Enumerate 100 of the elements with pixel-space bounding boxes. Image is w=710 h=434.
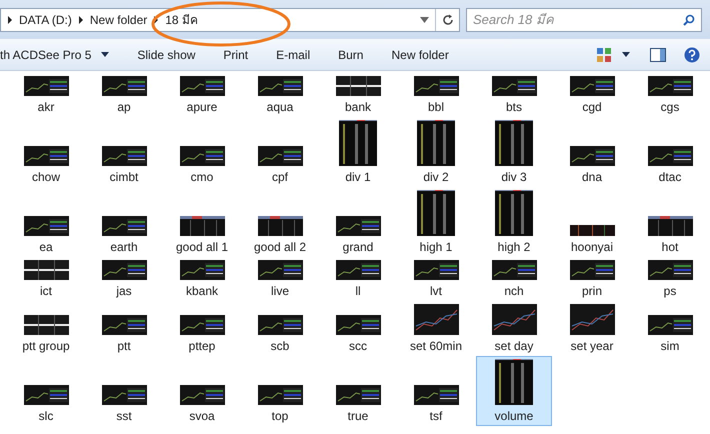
help-icon[interactable] [684, 46, 700, 62]
file-item[interactable]: grand [320, 213, 396, 257]
toolbar-button[interactable]: Slide show [123, 39, 210, 70]
file-name: hot [662, 239, 678, 255]
file-item[interactable]: chow [8, 143, 84, 187]
file-item[interactable]: good all 1 [164, 213, 240, 257]
view-options-icon[interactable] [596, 46, 612, 62]
toolbar-button[interactable]: Print [209, 39, 262, 70]
file-item[interactable]: high 2 [476, 187, 552, 257]
table-thumbnail [495, 359, 533, 405]
file-item[interactable]: ps [632, 257, 708, 301]
chart-thumbnail [570, 76, 614, 96]
toolbar-button[interactable]: E-mail [262, 39, 324, 70]
breadcrumb[interactable]: New folder [90, 10, 148, 28]
file-item[interactable]: true [320, 382, 396, 426]
file-item[interactable]: cmo [164, 143, 240, 187]
table-thumbnail [495, 120, 533, 166]
file-name: tsf [430, 408, 442, 424]
file-item[interactable]: volume [476, 356, 552, 426]
file-name: bbl [428, 99, 444, 115]
file-item[interactable]: top [242, 382, 318, 426]
file-item[interactable]: hot [632, 213, 708, 257]
file-item[interactable]: earth [86, 213, 162, 257]
file-item[interactable]: tsf [398, 382, 474, 426]
file-name: cmo [190, 169, 214, 185]
file-item[interactable]: scb [242, 312, 318, 356]
toolbar-button[interactable]: Burn [324, 39, 378, 70]
file-item[interactable]: set year [554, 301, 630, 356]
file-item[interactable]: ict [8, 257, 84, 301]
chart-thumbnail [492, 304, 536, 335]
file-item[interactable]: prin [554, 257, 630, 301]
file-item[interactable]: ptt [86, 312, 162, 356]
file-name: kbank [186, 283, 218, 299]
chart-thumbnail [570, 146, 614, 166]
breadcrumb[interactable]: DATA (D:) [19, 10, 72, 28]
file-item[interactable]: cimbt [86, 143, 162, 187]
file-item[interactable]: ap [86, 73, 162, 117]
file-item[interactable]: div 1 [320, 117, 396, 187]
file-item[interactable]: svoa [164, 382, 240, 426]
file-item[interactable]: high 1 [398, 187, 474, 257]
file-item[interactable]: lvt [398, 257, 474, 301]
table-thumbnail [648, 216, 692, 236]
breadcrumb[interactable]: 18 มีค [165, 10, 198, 28]
dropdown-caret-icon[interactable] [420, 16, 429, 22]
file-item[interactable]: hoonyai [554, 222, 630, 257]
file-name: pttep [188, 338, 216, 354]
toolbar-button[interactable]: New folder [377, 39, 463, 70]
file-item[interactable]: ptt group [8, 312, 84, 356]
preview-pane-icon[interactable] [650, 48, 666, 62]
file-item[interactable]: jas [86, 257, 162, 301]
file-item[interactable]: bts [476, 73, 552, 117]
file-item[interactable]: live [242, 257, 318, 301]
chart-thumbnail [24, 260, 68, 280]
file-item[interactable]: pttep [164, 312, 240, 356]
file-item[interactable]: aqua [242, 73, 318, 117]
caret-icon[interactable] [622, 52, 630, 57]
file-item[interactable]: set 60min [398, 301, 474, 356]
chart-thumbnail [24, 146, 68, 166]
file-item[interactable]: sst [86, 382, 162, 426]
file-item[interactable]: div 3 [476, 117, 552, 187]
file-item[interactable]: scc [320, 312, 396, 356]
file-name: scb [270, 338, 290, 354]
file-name: chow [32, 169, 60, 185]
chart-thumbnail [336, 76, 380, 96]
file-item[interactable]: good all 2 [242, 213, 318, 257]
file-item[interactable]: ll [320, 257, 396, 301]
file-item[interactable]: bank [320, 73, 396, 117]
file-name: ea [39, 239, 53, 255]
chevron-right-icon[interactable] [5, 14, 15, 24]
file-item[interactable]: cpf [242, 143, 318, 187]
file-name: bank [344, 99, 372, 115]
file-item[interactable]: slc [8, 382, 84, 426]
file-item[interactable]: cgs [632, 73, 708, 117]
file-name: ptt [117, 338, 131, 354]
address-field[interactable]: DATA (D:) New folder 18 มีค [0, 8, 460, 32]
file-name: slc [38, 408, 54, 424]
file-name: ll [355, 283, 361, 299]
file-item[interactable]: set day [476, 301, 552, 356]
file-item[interactable]: div 2 [398, 117, 474, 187]
file-item[interactable]: dna [554, 143, 630, 187]
chart-thumbnail [414, 76, 458, 96]
file-item[interactable]: apure [164, 73, 240, 117]
chart-thumbnail [102, 146, 146, 166]
file-item[interactable]: kbank [164, 257, 240, 301]
file-item[interactable]: ea [8, 213, 84, 257]
file-item[interactable]: akr [8, 73, 84, 117]
file-item[interactable]: cgd [554, 73, 630, 117]
file-item[interactable]: nch [476, 257, 552, 301]
file-name: high 2 [498, 239, 530, 255]
chart-thumbnail [336, 315, 380, 335]
file-name: cimbt [110, 169, 138, 185]
file-name: apure [186, 99, 218, 115]
file-item[interactable]: bbl [398, 73, 474, 117]
file-name: scc [349, 338, 367, 354]
file-name: svoa [189, 408, 215, 424]
toolbar-button[interactable]: th ACDSee Pro 5 [0, 39, 124, 70]
file-name: sim [660, 338, 680, 354]
file-item[interactable]: dtac [632, 143, 708, 187]
chart-thumbnail [24, 216, 68, 236]
file-item[interactable]: sim [632, 312, 708, 356]
